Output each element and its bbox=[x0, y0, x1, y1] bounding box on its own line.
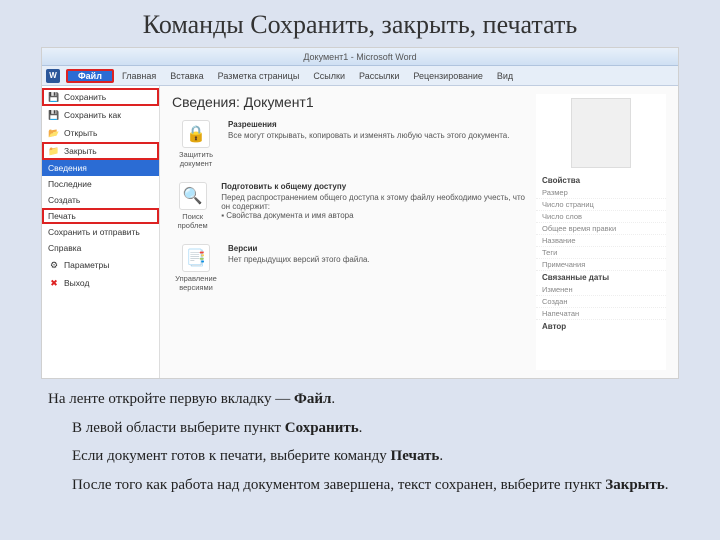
menu-print-label: Печать bbox=[48, 211, 76, 221]
prop-row: Изменен bbox=[536, 284, 666, 296]
share-title: Подготовить к общему доступу bbox=[221, 182, 526, 191]
preview-pane: Свойства Размер Число страниц Число слов… bbox=[536, 94, 666, 370]
tab-view[interactable]: Вид bbox=[491, 69, 519, 83]
info-heading: Сведения: Документ1 bbox=[172, 94, 526, 110]
menu-save-as-label: Сохранить как bbox=[64, 110, 121, 120]
perm-text: Все могут открывать, копировать и изменя… bbox=[228, 131, 509, 140]
file-menu: 💾 Сохранить 💾 Сохранить как 📂 Открыть 📁 Закр… bbox=[42, 86, 160, 378]
p1-bold: Файл bbox=[294, 391, 331, 407]
menu-share[interactable]: Сохранить и отправить bbox=[42, 224, 159, 240]
word-icon: W bbox=[46, 69, 60, 83]
versions-label: Управление версиями bbox=[175, 274, 217, 292]
permissions-text: Разрешения Все могут открывать, копирова… bbox=[228, 120, 509, 140]
tab-layout[interactable]: Разметка страницы bbox=[212, 69, 306, 83]
tab-mail[interactable]: Рассылки bbox=[353, 69, 405, 83]
save-icon: 💾 bbox=[48, 91, 60, 103]
versions-text: Версии Нет предыдущих версий этого файла… bbox=[228, 244, 370, 264]
prop-row: Название bbox=[536, 235, 666, 247]
menu-exit[interactable]: ✖ Выход bbox=[42, 274, 159, 292]
check-icon: 🔍 bbox=[179, 182, 207, 210]
tab-home[interactable]: Главная bbox=[116, 69, 162, 83]
menu-exit-label: Выход bbox=[64, 278, 89, 288]
tab-refs[interactable]: Ссылки bbox=[307, 69, 351, 83]
prop-row: Напечатан bbox=[536, 308, 666, 320]
prop-row: Теги bbox=[536, 247, 666, 259]
versions-icon: 📑 bbox=[182, 244, 210, 272]
share-desc: Перед распространением общего доступа к … bbox=[221, 193, 526, 211]
backstage-area: 💾 Сохранить 💾 Сохранить как 📂 Открыть 📁 Закр… bbox=[42, 86, 678, 378]
check-button[interactable]: 🔍 Поиск проблем bbox=[172, 182, 213, 230]
prop-row: Создан bbox=[536, 296, 666, 308]
options-icon: ⚙ bbox=[48, 259, 60, 271]
window-title: Документ1 - Microsoft Word bbox=[42, 48, 678, 66]
lock-icon: 🔒 bbox=[182, 120, 210, 148]
prop-row: Общее время правки bbox=[536, 223, 666, 235]
menu-close-label: Закрыть bbox=[64, 146, 97, 156]
menu-recent-label: Последние bbox=[48, 179, 92, 189]
share-text: Подготовить к общему доступу Перед распр… bbox=[221, 182, 526, 220]
paragraph-3: Если документ готов к печати, выберите к… bbox=[72, 445, 672, 468]
menu-help-label: Справка bbox=[48, 243, 81, 253]
versions-button[interactable]: 📑 Управление версиями bbox=[172, 244, 220, 292]
protect-label: Защитить документ bbox=[179, 150, 213, 168]
p4-text: После того как работа над документом зав… bbox=[72, 477, 605, 493]
menu-close[interactable]: 📁 Закрыть bbox=[42, 142, 159, 160]
menu-options-label: Параметры bbox=[64, 260, 109, 270]
versions-desc: Нет предыдущих версий этого файла. bbox=[228, 255, 370, 264]
tab-review[interactable]: Рецензирование bbox=[407, 69, 489, 83]
p2-text: В левой области выберите пункт bbox=[72, 420, 285, 436]
menu-open-label: Открыть bbox=[64, 128, 97, 138]
protect-button[interactable]: 🔒 Защитить документ bbox=[172, 120, 220, 168]
menu-share-label: Сохранить и отправить bbox=[48, 227, 140, 237]
menu-print[interactable]: Печать bbox=[42, 208, 159, 224]
paragraph-4: После того как работа над документом зав… bbox=[72, 474, 672, 497]
slide-body: На ленте откройте первую вкладку — Файл.… bbox=[0, 378, 720, 496]
p4-bold: Закрыть bbox=[605, 477, 664, 493]
tab-insert[interactable]: Вставка bbox=[164, 69, 209, 83]
p2-bold: Сохранить bbox=[285, 420, 359, 436]
p1-text: На ленте откройте первую вкладку — bbox=[48, 391, 294, 407]
menu-new[interactable]: Создать bbox=[42, 192, 159, 208]
prop-row: Примечания bbox=[536, 259, 666, 271]
p3-bold: Печать bbox=[391, 448, 440, 464]
perm-title: Разрешения bbox=[228, 120, 509, 129]
save-as-icon: 💾 bbox=[48, 109, 60, 121]
prop-row: Размер bbox=[536, 187, 666, 199]
p3-text: Если документ готов к печати, выберите к… bbox=[72, 448, 391, 464]
share-block: 🔍 Поиск проблем Подготовить к общему дос… bbox=[172, 182, 526, 230]
permissions-block: 🔒 Защитить документ Разрешения Все могут… bbox=[172, 120, 526, 168]
prop-row: Число слов bbox=[536, 211, 666, 223]
exit-icon: ✖ bbox=[48, 277, 60, 289]
menu-recent[interactable]: Последние bbox=[42, 176, 159, 192]
info-main: Сведения: Документ1 🔒 Защитить документ … bbox=[172, 94, 526, 370]
props-head2: Связанные даты bbox=[542, 273, 660, 282]
word-screenshot: Документ1 - Microsoft Word W Файл Главна… bbox=[42, 48, 678, 378]
paragraph-1: На ленте откройте первую вкладку — Файл. bbox=[48, 388, 672, 411]
slide-title: Команды Сохранить, закрыть, печатать bbox=[0, 0, 720, 48]
props-head3: Автор bbox=[542, 322, 660, 331]
menu-save[interactable]: 💾 Сохранить bbox=[42, 88, 159, 106]
prop-row: Число страниц bbox=[536, 199, 666, 211]
versions-block: 📑 Управление версиями Версии Нет предыду… bbox=[172, 244, 526, 292]
share-bullet: Свойства документа и имя автора bbox=[226, 211, 353, 220]
menu-options[interactable]: ⚙ Параметры bbox=[42, 256, 159, 274]
doc-thumbnail bbox=[571, 98, 631, 168]
menu-open[interactable]: 📂 Открыть bbox=[42, 124, 159, 142]
menu-info[interactable]: Сведения bbox=[42, 160, 159, 176]
open-icon: 📂 bbox=[48, 127, 60, 139]
menu-new-label: Создать bbox=[48, 195, 80, 205]
menu-save-as[interactable]: 💾 Сохранить как bbox=[42, 106, 159, 124]
ribbon-tabs: W Файл Главная Вставка Разметка страницы… bbox=[42, 66, 678, 86]
menu-info-label: Сведения bbox=[48, 163, 87, 173]
info-area: Сведения: Документ1 🔒 Защитить документ … bbox=[160, 86, 678, 378]
close-icon: 📁 bbox=[48, 145, 60, 157]
menu-help[interactable]: Справка bbox=[42, 240, 159, 256]
menu-save-label: Сохранить bbox=[64, 92, 106, 102]
versions-title: Версии bbox=[228, 244, 370, 253]
tab-file[interactable]: Файл bbox=[66, 69, 114, 83]
paragraph-2: В левой области выберите пункт Сохранить… bbox=[72, 417, 672, 440]
props-head: Свойства bbox=[542, 176, 660, 185]
check-label: Поиск проблем bbox=[178, 212, 208, 230]
